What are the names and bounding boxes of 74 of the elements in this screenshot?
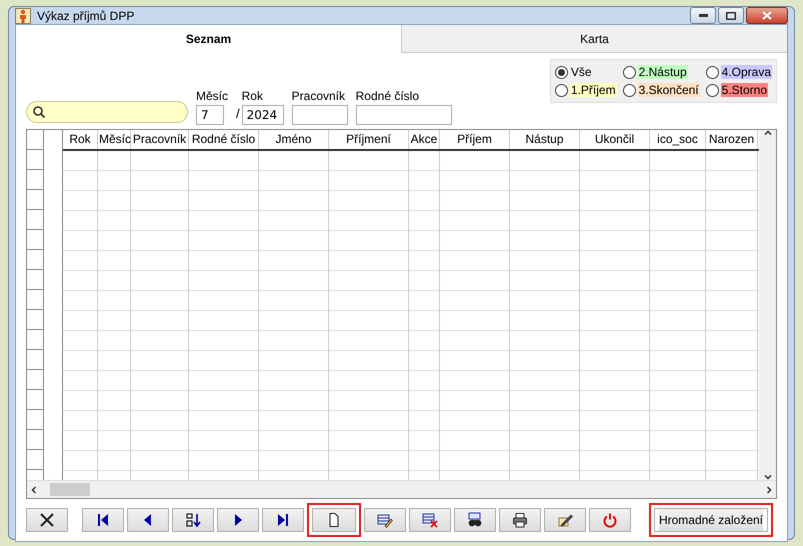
radio-label[interactable]: 4.Oprava [720,65,772,79]
close-button[interactable] [746,7,788,24]
column-header[interactable]: Akce [409,130,440,149]
toolbar-button[interactable] [409,508,451,532]
birth-number-field[interactable] [356,105,452,125]
caret-right-icon [767,486,772,494]
search-field[interactable] [26,101,188,123]
binoculars-icon [467,512,483,528]
person-icon [15,8,31,24]
vertical-scrollbar[interactable] [759,130,776,480]
table-cross-icon [422,512,438,528]
radio-label[interactable]: 2.Nástup [638,65,688,79]
radio-label[interactable]: 3.Skončení [638,83,700,97]
skip-first-icon [95,512,111,528]
toolbar-button[interactable] [82,508,124,532]
radio-button[interactable] [554,84,568,96]
radio-label[interactable]: 5.Storno [720,83,768,97]
toolbar-button[interactable] [217,508,259,532]
minimize-icon [698,14,708,17]
tab[interactable]: Karta [401,25,787,53]
close-icon [762,11,772,20]
close-icon [39,512,55,528]
field-label: Rok [242,89,264,103]
separator-text: / [236,106,240,121]
toolbar-button[interactable] [499,508,541,532]
field-label: Rodné číslo [356,89,420,103]
field-label: Měsíc [196,89,228,103]
maximize-button[interactable] [718,7,744,24]
column-header[interactable]: Narozen [706,130,758,149]
caret-up-icon [764,130,772,135]
sort-icon [185,512,201,528]
radio-button[interactable] [706,84,719,96]
radio-button[interactable] [706,66,719,78]
skip-last-icon [275,512,291,528]
radio-label[interactable]: 1.Příjem [570,83,617,97]
column-header[interactable]: ico_soc [650,130,706,149]
scrollbar-thumb[interactable] [50,483,90,496]
column-header[interactable]: Ukončil [580,130,650,149]
power-icon [602,512,618,528]
pencil-icon [557,512,573,528]
radio-button[interactable] [622,84,636,96]
radio-button[interactable] [622,66,636,78]
column-header[interactable]: Jméno [259,130,329,149]
column-header[interactable]: Pracovník [131,130,189,149]
search-icon [33,106,45,118]
column-header[interactable]: Rodné číslo [189,130,259,149]
column-header[interactable]: Měsíc [98,130,131,149]
caret-left-icon [31,486,36,494]
field-label: Pracovník [292,89,346,103]
table-pencil-icon [377,512,393,528]
toolbar-button[interactable] [262,508,304,532]
radio-button[interactable] [554,66,568,78]
radio-label[interactable]: Vše [570,65,593,79]
printer-icon [512,512,528,528]
column-header[interactable]: Příjem [440,130,510,149]
month-field[interactable]: 7 [196,105,224,125]
toolbar-button[interactable] [26,508,68,532]
window-title: Výkaz příjmů DPP [37,8,136,22]
worker-field[interactable] [292,105,348,125]
bulk-create-button[interactable]: Hromadné založení [648,503,773,537]
year-field[interactable]: 2024 [242,105,284,125]
toolbar-button[interactable] [364,508,406,532]
caret-down-icon [764,475,772,480]
toolbar-button[interactable] [454,508,496,532]
minimize-button[interactable] [690,7,716,24]
toolbar-button[interactable] [127,508,169,532]
horizontal-scrollbar[interactable] [27,480,776,498]
column-header[interactable]: Nástup [510,130,580,149]
column-header[interactable]: Rok [63,130,98,149]
toolbar-button[interactable] [307,503,361,537]
toolbar-button[interactable] [172,508,214,532]
toolbar-button[interactable] [544,508,586,532]
column-header[interactable]: Příjmení [329,130,409,149]
maximize-icon [726,12,736,20]
